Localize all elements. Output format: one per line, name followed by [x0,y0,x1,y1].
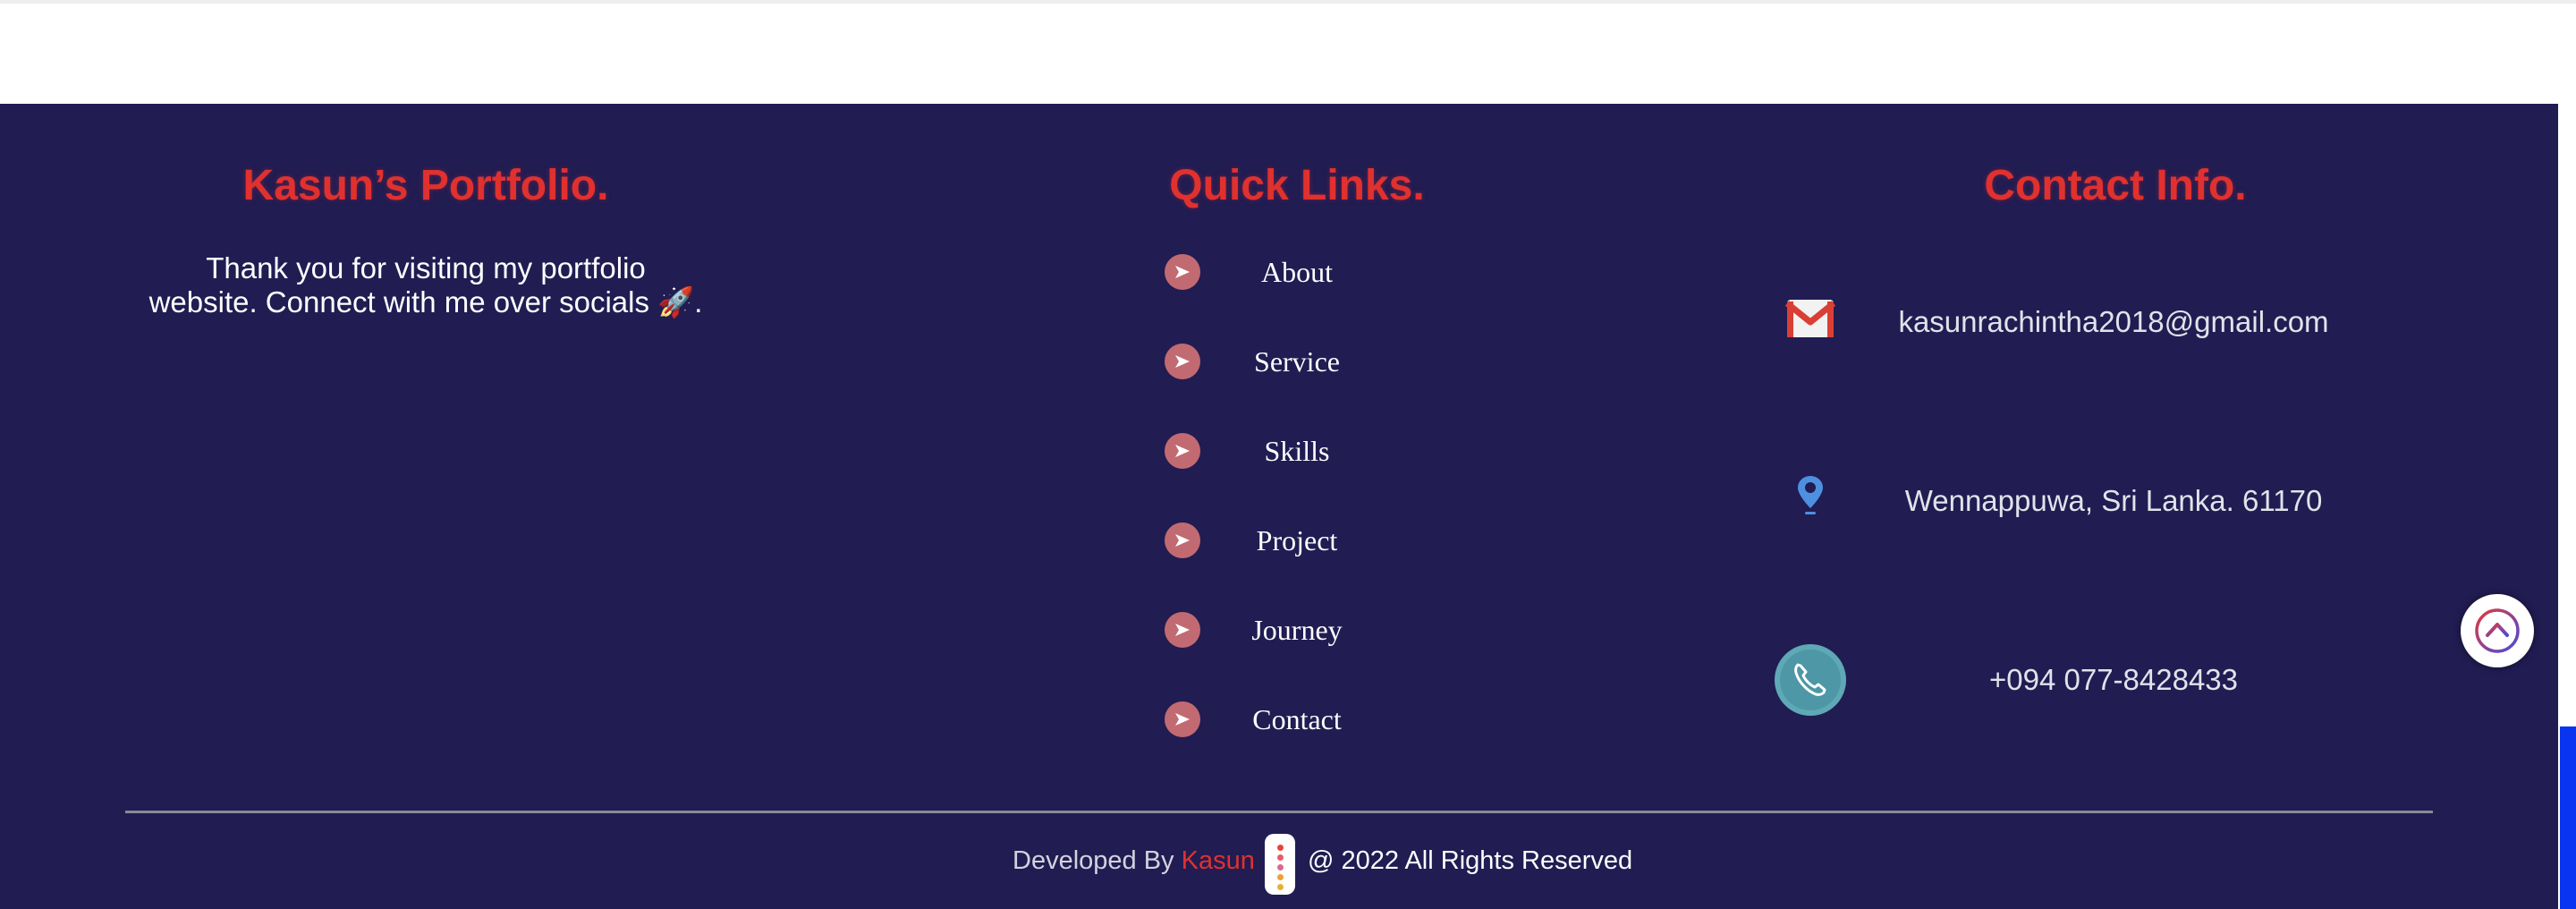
arrow-right-circle-icon [1165,433,1200,469]
gmail-icon [1771,283,1850,361]
quick-link-label[interactable]: Service [1216,344,1377,379]
quick-link-project[interactable]: Project [1091,521,1467,560]
portfolio-description: Thank you for visiting my portfolio webs… [125,251,726,319]
contact-email[interactable]: kasunrachintha2018@gmail.com [1877,304,2351,340]
location-pin-icon [1771,462,1850,540]
quick-link-skills[interactable]: Skills [1091,431,1467,471]
credits-developed-by: Developed By Kasun [1013,846,1255,876]
portfolio-title: Kasun’s Portfolio. [242,162,609,209]
page-top-area [0,4,2576,104]
quick-link-label[interactable]: About [1216,254,1377,290]
phone-icon [1771,641,1850,719]
contact-location-row: Wennappuwa, Sri Lanka. 61170 [1771,462,2487,540]
dots-badge-icon [1265,834,1295,895]
portfolio-description-line-1: Thank you for visiting my portfolio [206,251,646,285]
chevron-up-icon [2475,608,2520,653]
credits-rights: @ 2022 All Rights Reserved [1308,846,1633,875]
scrollbar-thumb[interactable] [2560,726,2576,909]
quick-link-contact[interactable]: Contact [1091,700,1467,739]
footer-divider [125,811,2433,813]
portfolio-section: Kasun’s Portfolio. Thank you for visitin… [125,161,726,319]
arrow-right-circle-icon [1165,612,1200,648]
contact-phone[interactable]: +094 077-8428433 [1877,662,2351,698]
quick-link-label[interactable]: Contact [1216,701,1377,737]
arrow-right-circle-icon [1165,701,1200,737]
credits-developed-by-label: Developed By [1013,846,1182,875]
quick-link-journey[interactable]: Journey [1091,610,1467,650]
contact-phone-row: +094 077-8428433 [1771,641,2487,719]
quick-link-service[interactable]: Service [1091,342,1467,381]
footer-credits: Developed By Kasun @ 2022 All Rights Res… [966,832,1646,895]
quick-link-label[interactable]: Journey [1216,612,1377,648]
arrow-right-circle-icon [1165,522,1200,558]
contact-info-title: Contact Info. [1984,162,2247,209]
contact-location: Wennappuwa, Sri Lanka. 61170 [1904,484,2323,517]
arrow-right-circle-icon [1165,344,1200,379]
scroll-to-top-button[interactable] [2461,594,2534,667]
portfolio-description-line-2: website. Connect with me over socials 🚀. [148,285,703,319]
quick-links-title: Quick Links. [1169,162,1425,209]
contact-email-row: kasunrachintha2018@gmail.com [1771,283,2487,361]
arrow-right-circle-icon [1165,254,1200,290]
quick-link-label[interactable]: Project [1216,522,1377,558]
credits-developer-name[interactable]: Kasun [1182,846,1255,875]
quick-link-label[interactable]: Skills [1216,433,1377,469]
quick-link-about[interactable]: About [1091,252,1467,292]
